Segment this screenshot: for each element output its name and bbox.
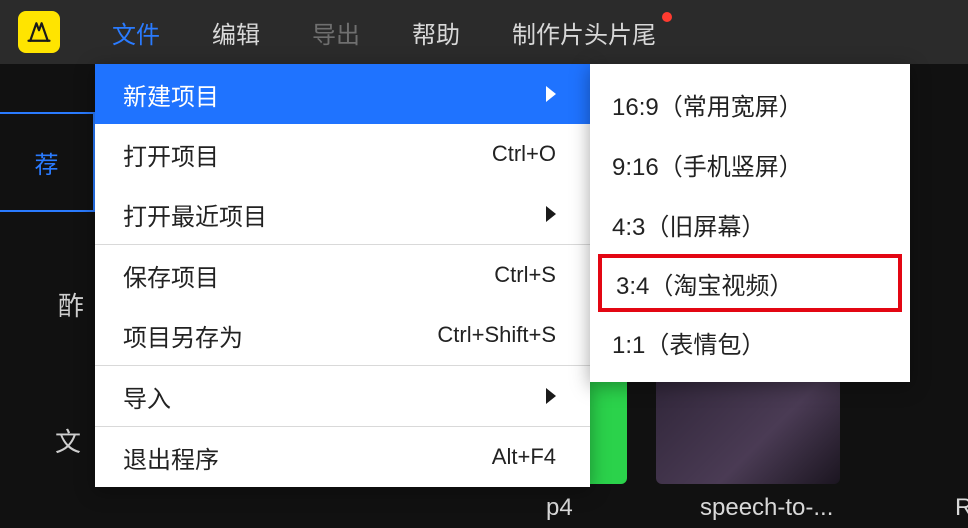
chevron-right-icon (546, 388, 556, 404)
menu-item-open-project[interactable]: 打开项目 Ctrl+O (95, 124, 590, 184)
menu-item-label: 项目另存为 (123, 318, 243, 353)
menu-item-label: 新建项目 (123, 77, 219, 112)
menu-item-label: 导入 (123, 379, 171, 414)
menu-help[interactable]: 帮助 (386, 0, 486, 64)
clip-thumbnail[interactable] (656, 364, 840, 484)
submenu-item-label: 1:1（表情包） (612, 325, 765, 360)
menu-item-label: 打开项目 (123, 137, 219, 172)
menu-item-label: 退出程序 (123, 440, 219, 475)
menu-export[interactable]: 导出 (286, 0, 386, 64)
chevron-right-icon (546, 86, 556, 102)
menu-label: 导出 (312, 15, 360, 50)
menu-item-label: 打开最近项目 (123, 197, 267, 232)
bg-text: 酢 (58, 286, 84, 323)
menu-label: 编辑 (212, 15, 260, 50)
menu-item-save-project[interactable]: 保存项目 Ctrl+S (95, 245, 590, 305)
clip-label: R (955, 494, 968, 522)
menu-shortcut: Ctrl+O (492, 141, 556, 167)
menu-shortcut: Ctrl+S (494, 262, 556, 288)
submenu-item-3-4[interactable]: 3:4（淘宝视频） (598, 254, 902, 312)
submenu-item-label: 9:16（手机竖屏） (612, 147, 803, 182)
menu-label: 制作片头片尾 (512, 15, 656, 50)
submenu-item-1-1[interactable]: 1:1（表情包） (590, 312, 910, 372)
clip-label: speech-to-... (700, 494, 833, 522)
bg-text: 文 (55, 422, 81, 459)
submenu-item-label: 3:4（淘宝视频） (616, 266, 793, 301)
menu-item-new-project[interactable]: 新建项目 (95, 64, 590, 124)
submenu-item-4-3[interactable]: 4:3（旧屏幕） (590, 194, 910, 254)
clip-label: p4 (546, 494, 573, 522)
menu-item-save-as[interactable]: 项目另存为 Ctrl+Shift+S (95, 305, 590, 365)
new-project-submenu: 16:9（常用宽屏） 9:16（手机竖屏） 4:3（旧屏幕） 3:4（淘宝视频）… (590, 64, 910, 382)
app-logo-icon (25, 18, 53, 46)
menu-item-label: 保存项目 (123, 258, 219, 293)
menu-file[interactable]: 文件 (86, 0, 186, 64)
chevron-right-icon (546, 206, 556, 222)
menu-label: 文件 (112, 15, 160, 50)
submenu-item-label: 16:9（常用宽屏） (612, 87, 803, 122)
notification-dot-icon (662, 12, 672, 22)
main-menubar: 文件 编辑 导出 帮助 制作片头片尾 (0, 0, 968, 64)
menu-shortcut: Ctrl+Shift+S (437, 322, 556, 348)
app-logo[interactable] (18, 11, 60, 53)
menu-item-open-recent[interactable]: 打开最近项目 (95, 184, 590, 244)
menu-edit[interactable]: 编辑 (186, 0, 286, 64)
menu-item-import[interactable]: 导入 (95, 366, 590, 426)
submenu-item-label: 4:3（旧屏幕） (612, 207, 765, 242)
menu-shortcut: Alt+F4 (492, 444, 556, 470)
menu-item-exit[interactable]: 退出程序 Alt+F4 (95, 427, 590, 487)
sidebar-tab-label: 荐 (35, 145, 59, 180)
sidebar-tab[interactable]: 荐 (0, 112, 95, 212)
menu-titles[interactable]: 制作片头片尾 (486, 0, 682, 64)
submenu-item-9-16[interactable]: 9:16（手机竖屏） (590, 134, 910, 194)
menu-label: 帮助 (412, 15, 460, 50)
submenu-item-16-9[interactable]: 16:9（常用宽屏） (590, 74, 910, 134)
file-dropdown-menu: 新建项目 打开项目 Ctrl+O 打开最近项目 保存项目 Ctrl+S 项目另存… (95, 64, 590, 487)
